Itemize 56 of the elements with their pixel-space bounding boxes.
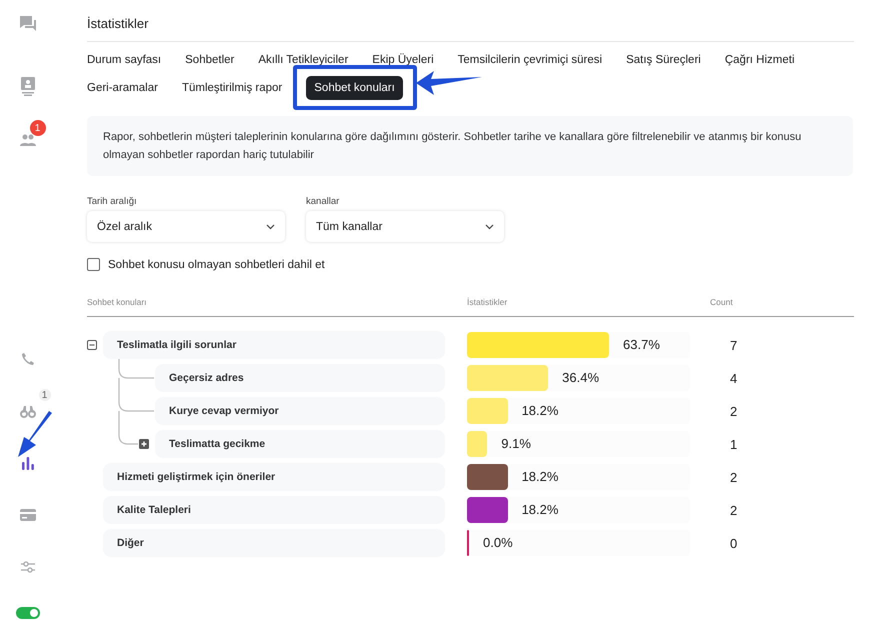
topic-name[interactable]: Hizmeti geliştirmek için öneriler [103, 463, 445, 491]
percentage: 63.7% [623, 337, 660, 352]
tab[interactable]: Sohbet konuları [306, 76, 403, 100]
percentage: 36.4% [562, 370, 600, 385]
filter-label: kanallar [306, 196, 340, 207]
tab[interactable]: Sohbetler [185, 50, 234, 70]
column-header: İstatistikler [467, 297, 508, 307]
chat-count: 2 [729, 470, 738, 484]
percentage: 0.0% [483, 535, 513, 550]
percentage: 9.1% [501, 436, 531, 451]
dropdown[interactable]: Tüm kanallar [306, 211, 504, 242]
percentage: 18.2% [522, 469, 558, 484]
page-title: İstatistikler [87, 0, 854, 42]
tab[interactable]: Akıllı Tetikleyiciler [258, 50, 348, 70]
tab[interactable]: Çağrı Hizmeti [724, 50, 794, 70]
dropdown[interactable]: Özel aralık [87, 211, 285, 242]
tab[interactable]: Geri-aramalar [87, 78, 158, 98]
toggle-switch[interactable] [16, 607, 40, 619]
tab[interactable]: Durum sayfası [87, 50, 162, 70]
count-badge: 1 [38, 389, 50, 401]
count-badge: 1 [30, 120, 46, 136]
chevron-down-icon [266, 224, 275, 230]
chat-count: 2 [729, 404, 738, 418]
tab[interactable]: Temsilcilerin çevrimiçi süresi [458, 50, 602, 70]
tab[interactable]: Tümleştirilmiş rapor [182, 78, 282, 98]
annotation-arrow [416, 70, 482, 96]
chat-count: 7 [729, 338, 738, 352]
chat-count: 0 [729, 536, 738, 550]
column-header: Count [710, 297, 734, 307]
topic-name[interactable]: Kurye cevap vermiyor [155, 397, 445, 425]
binoculars-icon [20, 404, 36, 418]
contact-card-icon [18, 76, 36, 96]
column-header: Sohbet konuları [87, 297, 148, 307]
topic-name[interactable]: Teslimatta gecikme [155, 430, 445, 458]
card-icon [20, 509, 36, 521]
sliders-icon [20, 560, 36, 574]
chat-count: 1 [729, 436, 738, 452]
topic-name[interactable]: Teslimatla ilgili sorunlar [103, 331, 445, 359]
description-text: Rapor, sohbetlerin müşteri taleplerinin konularına göre dağılımını gösterir. Sohbetler tarihe ve kanallara göre filtrelenebilir ve atanmış bir konusu olmayan sohbetler rapordan hariç tutulabilir [87, 116, 853, 176]
chevron-down-icon [485, 224, 494, 230]
chat-count: 4 [729, 370, 738, 386]
tab[interactable]: Ekip Üyeleri [372, 50, 434, 70]
tab[interactable]: Satış Süreçleri [626, 50, 701, 70]
chat-icon [18, 15, 36, 33]
people-icon [18, 133, 36, 147]
checkbox-label: Sohbet konusu olmayan sohbetleri dahil et [108, 258, 325, 270]
filter-label: Tarih aralığı [87, 196, 138, 207]
bar-chart-icon [20, 456, 34, 470]
percentage: 18.2% [522, 403, 558, 418]
chat-count: 2 [729, 502, 738, 518]
percentage: 18.2% [522, 502, 558, 517]
phone-icon [20, 352, 34, 366]
topic-name[interactable]: Geçersiz adres [155, 364, 445, 392]
checkbox[interactable] [87, 258, 100, 271]
topic-name[interactable]: Diğer [103, 529, 445, 557]
topic-name[interactable]: Kalite Talepleri [103, 496, 445, 524]
